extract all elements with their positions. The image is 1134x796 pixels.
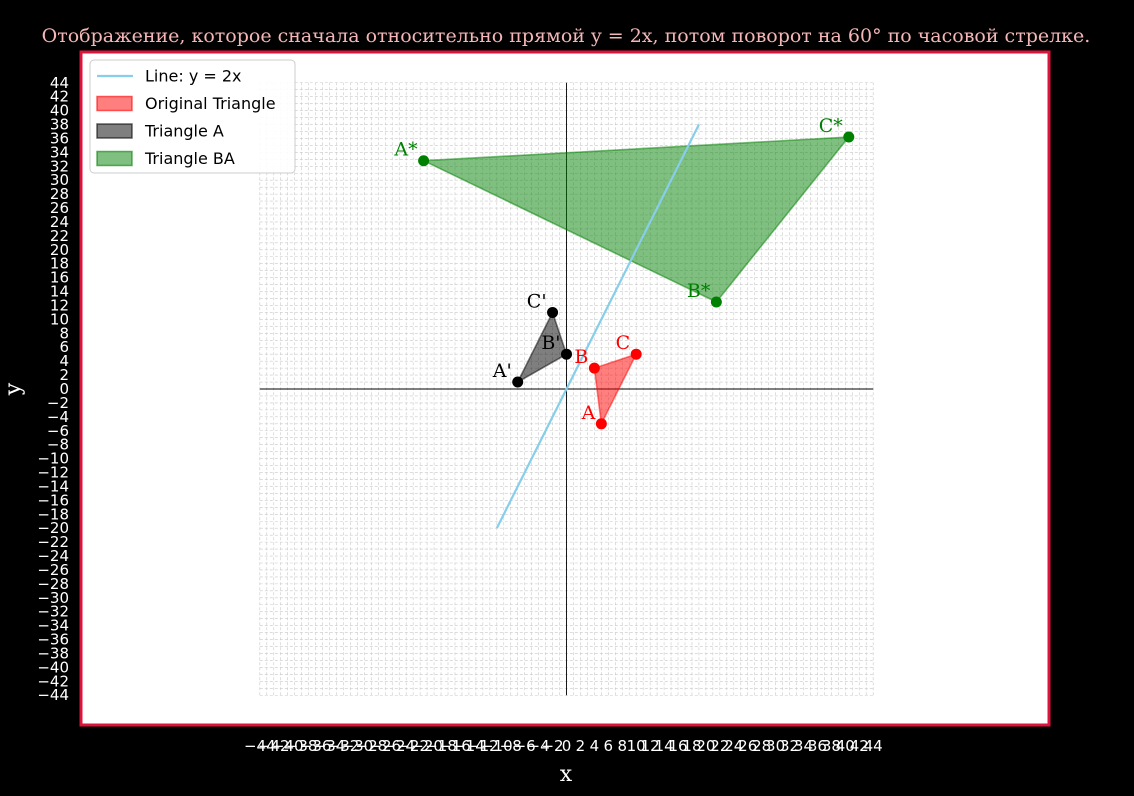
x-tick-label: 8	[617, 737, 627, 755]
legend-label: Line: y = 2x	[145, 67, 242, 86]
legend-label: Original Triangle	[145, 94, 276, 113]
point-marker	[547, 306, 559, 318]
x-tick-label: 6	[604, 737, 614, 755]
legend: Line: y = 2x Original Triangle Triangle A T…	[89, 59, 296, 174]
point-label: B'	[541, 332, 560, 354]
point-label: B	[574, 346, 588, 368]
chart: Отображение, которое сначала относительн…	[1, 25, 1091, 787]
y-axis-label: y	[1, 382, 26, 396]
point-label: A	[581, 402, 596, 424]
legend-label: Triangle BA	[144, 149, 235, 168]
point-label: A'	[492, 360, 512, 382]
legend-patch-swatch	[96, 150, 133, 167]
point-marker	[561, 348, 572, 360]
legend-patch-swatch	[96, 95, 133, 112]
point-label: C*	[819, 115, 844, 137]
x-tick-label: 0	[562, 737, 572, 755]
y-tick-labels: −44−42−40−38−36−34−32−30−28−26−24−22−20−…	[37, 74, 69, 704]
y-tick-label: 44	[50, 74, 69, 92]
point-label: C'	[527, 290, 547, 312]
x-tick-label: 2	[576, 737, 586, 755]
point-marker	[588, 362, 600, 374]
legend-patch-swatch	[96, 123, 133, 139]
point-marker	[710, 296, 722, 308]
x-axis-label: x	[560, 762, 573, 787]
point-marker	[512, 376, 524, 388]
chart-title: Отображение, которое сначала относительн…	[42, 25, 1091, 47]
point-marker	[630, 348, 642, 360]
x-tick-label: −2	[541, 737, 563, 755]
x-tick-label: 44	[864, 737, 883, 755]
point-marker	[595, 418, 607, 430]
x-tick-labels: −44−42−40−38−36−34−32−30−28−26−24−22−20−…	[244, 737, 883, 755]
point-marker	[418, 155, 430, 167]
point-label: B*	[687, 280, 711, 302]
point-marker	[843, 131, 855, 143]
x-tick-label: 4	[590, 737, 600, 755]
point-label: A*	[393, 139, 418, 161]
legend-label: Triangle A	[144, 122, 224, 141]
point-label: C	[616, 332, 631, 354]
